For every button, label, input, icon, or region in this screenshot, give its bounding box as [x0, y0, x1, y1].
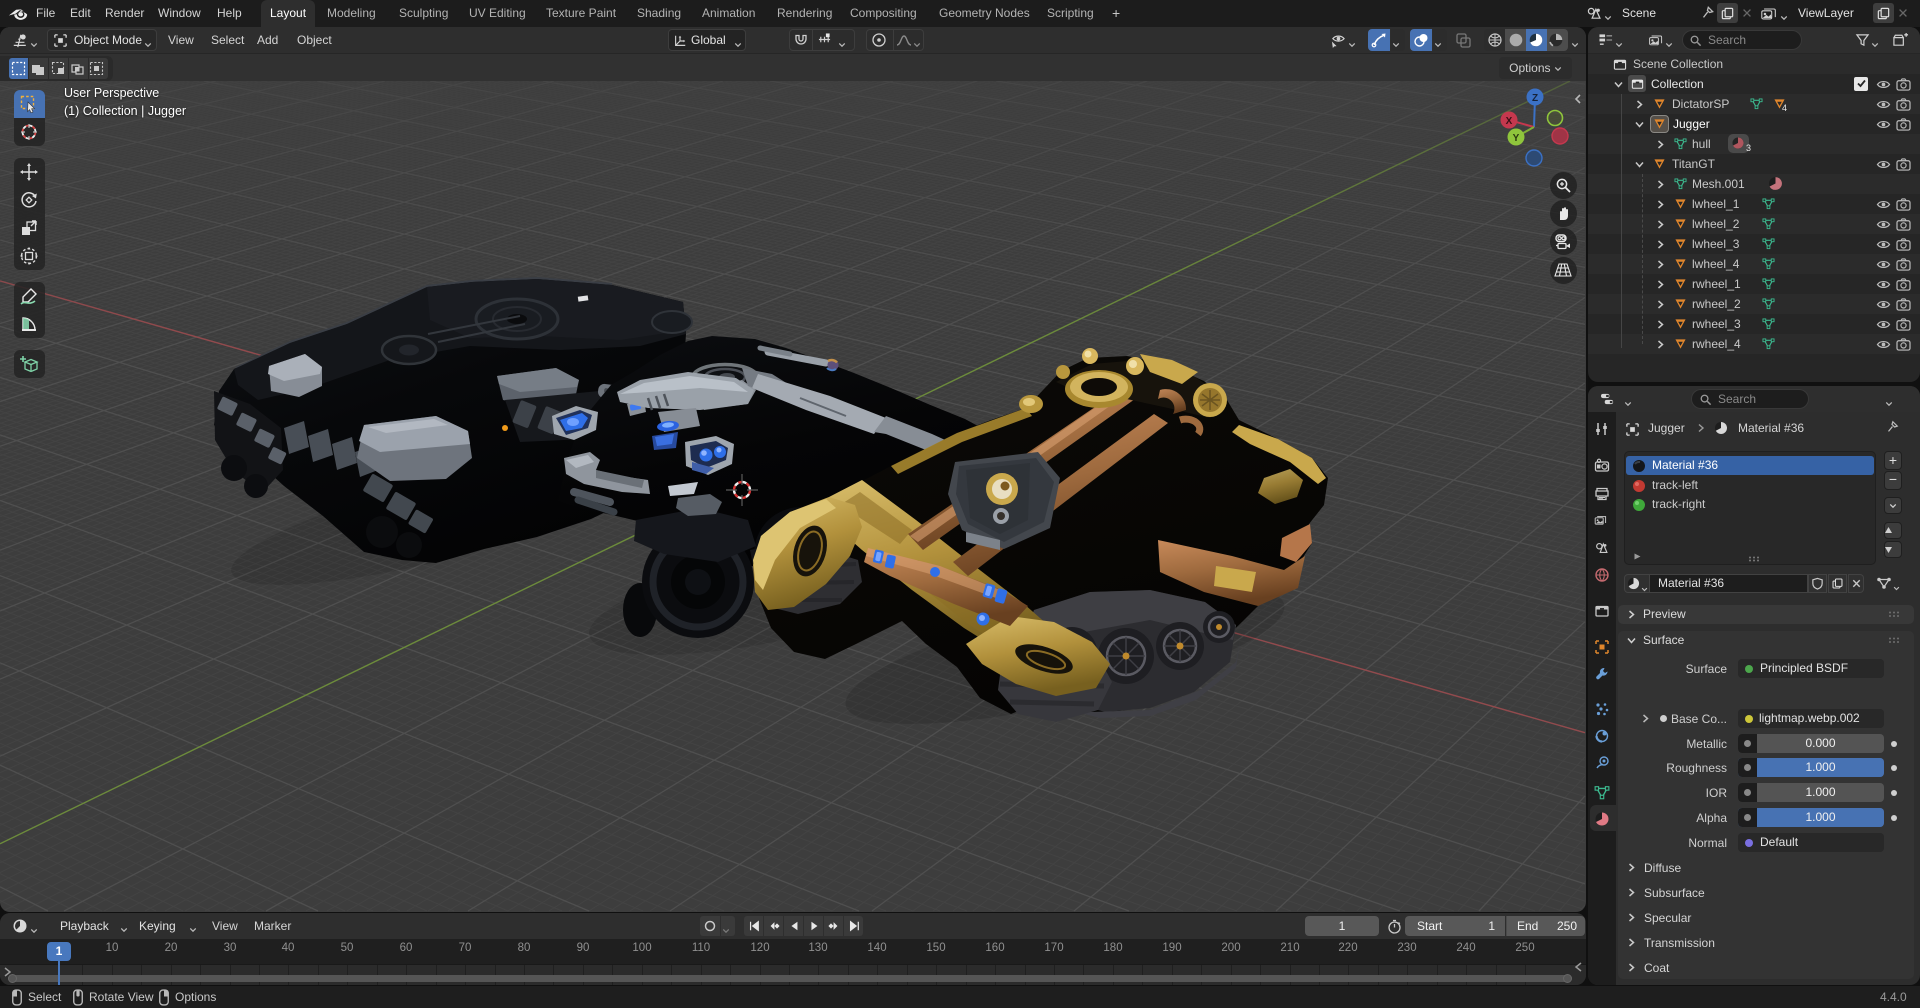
svg-text:Y: Y [1513, 133, 1520, 144]
svg-text:X: X [1506, 116, 1513, 127]
svg-text:Z: Z [1532, 93, 1538, 104]
